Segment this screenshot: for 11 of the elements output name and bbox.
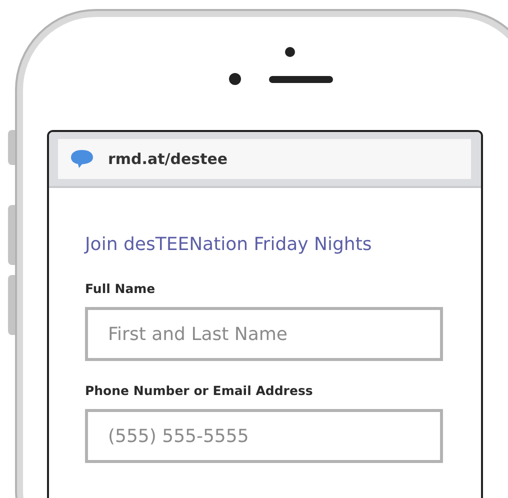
url-text: rmd.at/destee [108, 150, 228, 168]
field-label: Full Name [85, 281, 156, 296]
url-field[interactable]: rmd.at/destee [58, 139, 471, 179]
speech-bubble-icon [70, 149, 94, 169]
field-label: Phone Number or Email Address [85, 383, 314, 398]
camera-icon [285, 47, 295, 57]
input-field[interactable]: (555) 555-5555 [85, 409, 443, 463]
form-title: Join desTEENation Friday Nights [85, 234, 373, 255]
sensor-icon [229, 73, 241, 85]
input-field[interactable]: First and Last Name [85, 307, 443, 361]
speaker-icon [269, 76, 333, 82]
